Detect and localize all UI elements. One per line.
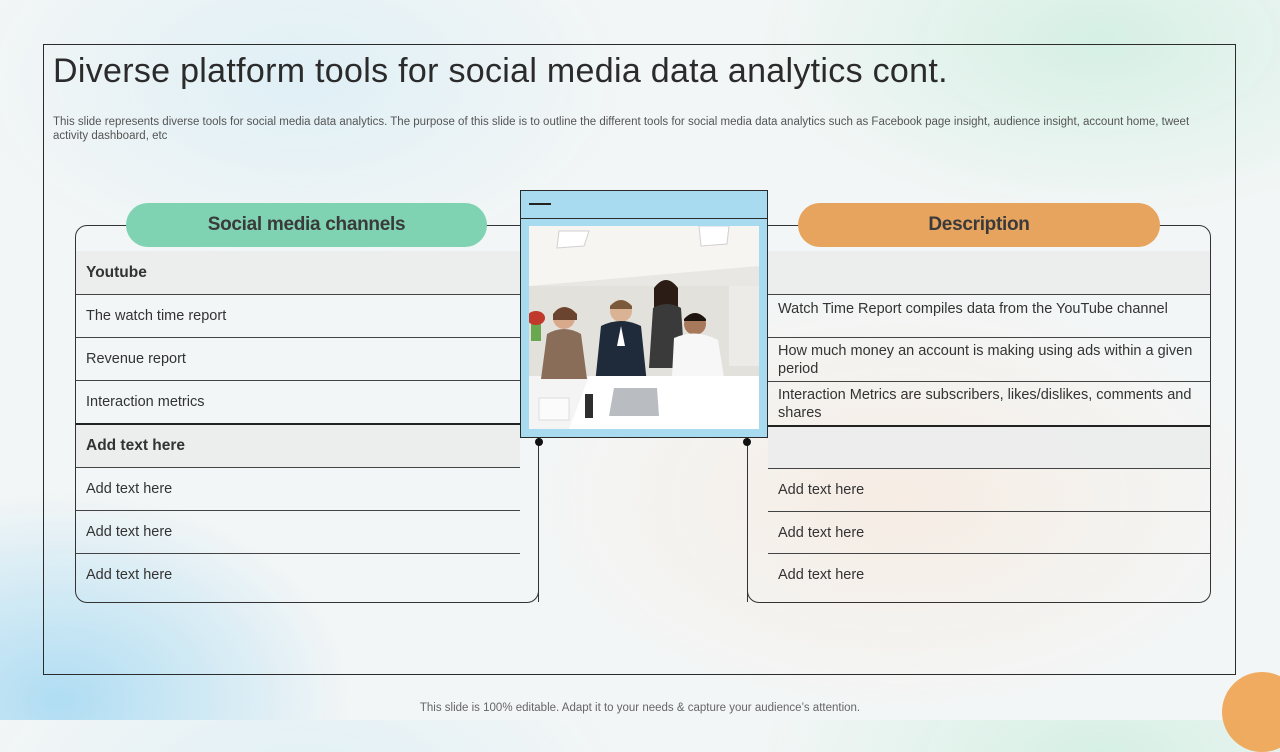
description-label: Watch Time Report compiles data from the… (778, 301, 1168, 317)
description-row: Watch Time Report compiles data from the… (768, 295, 1210, 337)
channel-label: Revenue report (86, 351, 186, 367)
description-row: Add text here (768, 554, 1210, 596)
channel-row-group: Add text here (76, 425, 520, 467)
page-title: Diverse platform tools for social media … (53, 52, 948, 90)
description-row: Add text here (768, 512, 1210, 554)
description-row-empty (768, 427, 1210, 468)
channel-row: The watch time report (76, 295, 520, 337)
description-label: Add text here (778, 525, 865, 541)
channel-label: Add text here (86, 567, 173, 583)
channel-group-label: Youtube (86, 263, 147, 281)
description-label: Add text here (778, 567, 865, 583)
description-label: Add text here (778, 482, 865, 498)
minimize-dash-icon (529, 203, 551, 205)
description-label: How much money an account is making usin… (778, 342, 1193, 377)
slide-footer: This slide is 100% editable. Adapt it to… (419, 702, 861, 714)
channel-row: Interaction metrics (76, 381, 520, 423)
channels-header-pill: Social media channels (126, 203, 487, 247)
connector-line-left (538, 442, 539, 602)
channel-label: The watch time report (86, 308, 227, 324)
description-label: Interaction Metrics are subscribers, lik… (778, 386, 1192, 421)
team-meeting-illustration (529, 226, 759, 429)
description-row: How much money an account is making usin… (768, 338, 1210, 381)
channel-row: Revenue report (76, 338, 520, 380)
channel-row: Add text here (76, 468, 520, 510)
description-row: Interaction Metrics are subscribers, lik… (768, 382, 1210, 425)
connector-dot-left (535, 438, 543, 446)
decorative-circle (1222, 672, 1280, 752)
connector-line-right (747, 442, 748, 602)
description-header-label: Description (928, 214, 1030, 235)
photo-window-header (521, 191, 767, 219)
team-meeting-photo (529, 226, 759, 429)
channel-row: Add text here (76, 554, 520, 596)
description-row-empty (768, 251, 1210, 294)
description-row: Add text here (768, 469, 1210, 511)
photo-window (520, 190, 768, 438)
connector-dot-right (743, 438, 751, 446)
channel-label: Interaction metrics (86, 394, 205, 410)
description-header-pill: Description (798, 203, 1160, 247)
page-subtitle: This slide represents diverse tools for … (53, 116, 1190, 142)
channel-label: Add text here (86, 481, 173, 497)
channel-group-label: Add text here (86, 437, 186, 454)
channel-row: Add text here (76, 511, 520, 553)
channels-header-label: Social media channels (207, 214, 406, 235)
channel-label: Add text here (86, 524, 173, 540)
channel-row-youtube: Youtube (76, 251, 520, 294)
